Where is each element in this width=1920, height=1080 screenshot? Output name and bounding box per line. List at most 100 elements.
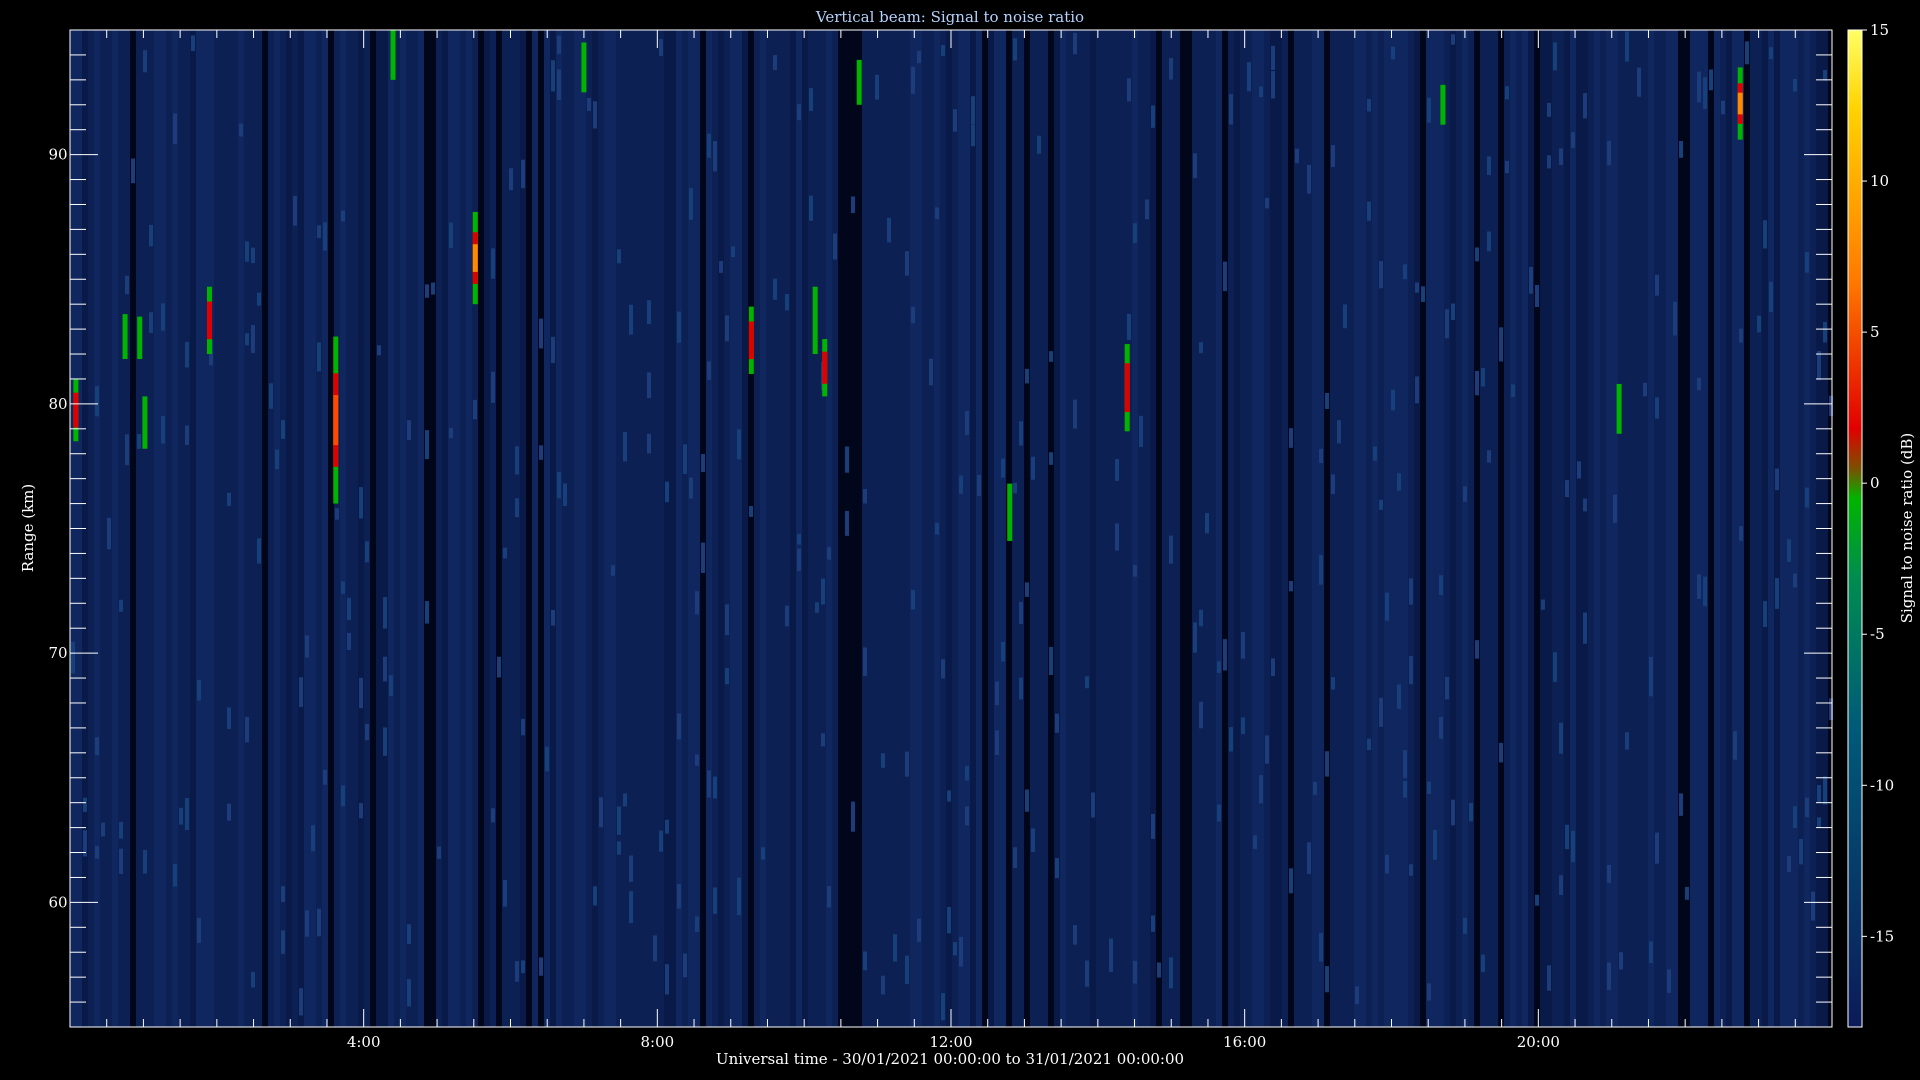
noise-speckle	[875, 74, 879, 100]
noise-speckle	[629, 855, 633, 882]
noise-speckle	[953, 942, 957, 956]
noise-speckle	[539, 445, 543, 460]
noise-speckle	[1217, 661, 1221, 673]
noise-speckle	[257, 538, 261, 564]
noise-column	[1756, 30, 1762, 1027]
noise-speckle	[1439, 716, 1443, 739]
noise-column	[1588, 30, 1594, 1027]
noise-column	[148, 30, 154, 1027]
noise-column	[1450, 30, 1456, 1027]
noise-speckle	[1571, 830, 1575, 863]
noise-speckle	[545, 746, 549, 772]
noise-speckle	[1325, 392, 1329, 409]
noise-speckle	[941, 659, 945, 679]
noise-speckle	[827, 547, 831, 560]
noise-speckle	[1619, 952, 1623, 970]
noise-column	[1696, 30, 1702, 1027]
noise-speckle	[1241, 632, 1245, 659]
noise-speckle	[977, 474, 981, 496]
noise-speckle	[1145, 199, 1149, 220]
noise-column	[976, 30, 982, 1027]
noise-column	[430, 30, 436, 1027]
noise-column	[1432, 30, 1438, 1027]
noise-speckle	[515, 961, 519, 982]
noise-speckle	[1775, 468, 1779, 491]
noise-speckle	[1409, 578, 1413, 605]
noise-speckle	[1655, 832, 1659, 864]
noise-column	[676, 30, 682, 1027]
noise-column	[1462, 30, 1468, 1027]
noise-column	[1300, 30, 1306, 1027]
noise-column	[1018, 30, 1024, 1027]
chart-title: Vertical beam: Signal to noise ratio	[815, 8, 1084, 26]
noise-speckle	[407, 924, 411, 944]
noise-speckle	[1475, 640, 1479, 659]
noise-column	[730, 30, 736, 1027]
noise-speckle	[1739, 525, 1743, 541]
noise-speckle	[317, 225, 321, 238]
noise-speckle	[1073, 32, 1077, 55]
echo-mark	[390, 30, 396, 80]
noise-column	[1186, 30, 1192, 1027]
noise-speckle	[95, 737, 99, 756]
noise-column	[622, 30, 628, 1027]
noise-speckle	[611, 565, 615, 576]
noise-speckle	[1583, 612, 1587, 644]
y-axis-label: Range (km)	[19, 484, 37, 573]
y-tick-label: 60	[48, 893, 67, 911]
noise-speckle	[323, 222, 327, 251]
noise-speckle	[1295, 148, 1299, 164]
noise-column	[874, 30, 880, 1027]
noise-column	[526, 30, 532, 1027]
noise-speckle	[965, 765, 969, 781]
noise-column	[748, 30, 754, 1027]
noise-column	[118, 30, 124, 1027]
noise-speckle	[1271, 71, 1275, 99]
noise-speckle	[539, 957, 543, 976]
noise-speckle	[1325, 751, 1329, 777]
noise-speckle	[551, 609, 555, 626]
noise-speckle	[1547, 102, 1551, 117]
noise-column	[250, 30, 256, 1027]
noise-speckle	[143, 50, 147, 73]
noise-speckle	[797, 533, 801, 545]
noise-column	[436, 30, 442, 1027]
noise-speckle	[797, 548, 801, 571]
noise-column	[658, 30, 664, 1027]
noise-speckle	[1055, 858, 1059, 879]
noise-speckle	[809, 195, 813, 221]
noise-speckle	[347, 632, 351, 650]
noise-speckle	[1229, 94, 1233, 125]
noise-speckle	[1409, 864, 1413, 876]
noise-speckle	[1655, 397, 1659, 419]
noise-speckle	[515, 498, 519, 518]
noise-speckle	[809, 88, 813, 111]
noise-column	[1684, 30, 1690, 1027]
noise-speckle	[935, 207, 939, 219]
noise-speckle	[1073, 399, 1077, 429]
noise-speckle	[863, 647, 867, 677]
noise-speckle	[695, 916, 699, 932]
noise-column	[412, 30, 418, 1027]
noise-column	[1474, 30, 1480, 1027]
noise-speckle	[437, 846, 441, 859]
noise-speckle	[305, 635, 309, 658]
noise-column	[1744, 30, 1750, 1027]
noise-speckle	[1019, 421, 1023, 446]
echo-mark	[581, 42, 587, 93]
noise-speckle	[851, 801, 855, 832]
noise-speckle	[1709, 69, 1713, 91]
noise-speckle	[827, 886, 831, 908]
noise-column	[688, 30, 694, 1027]
noise-column	[1780, 30, 1786, 1027]
noise-speckle	[173, 863, 177, 887]
noise-speckle	[905, 955, 909, 985]
noise-speckle	[1499, 742, 1503, 763]
noise-column	[454, 30, 460, 1027]
noise-speckle	[665, 819, 669, 834]
noise-speckle	[1481, 954, 1485, 973]
noise-column	[322, 30, 328, 1027]
noise-column	[784, 30, 790, 1027]
noise-speckle	[1607, 140, 1611, 166]
noise-column	[1732, 30, 1738, 1027]
